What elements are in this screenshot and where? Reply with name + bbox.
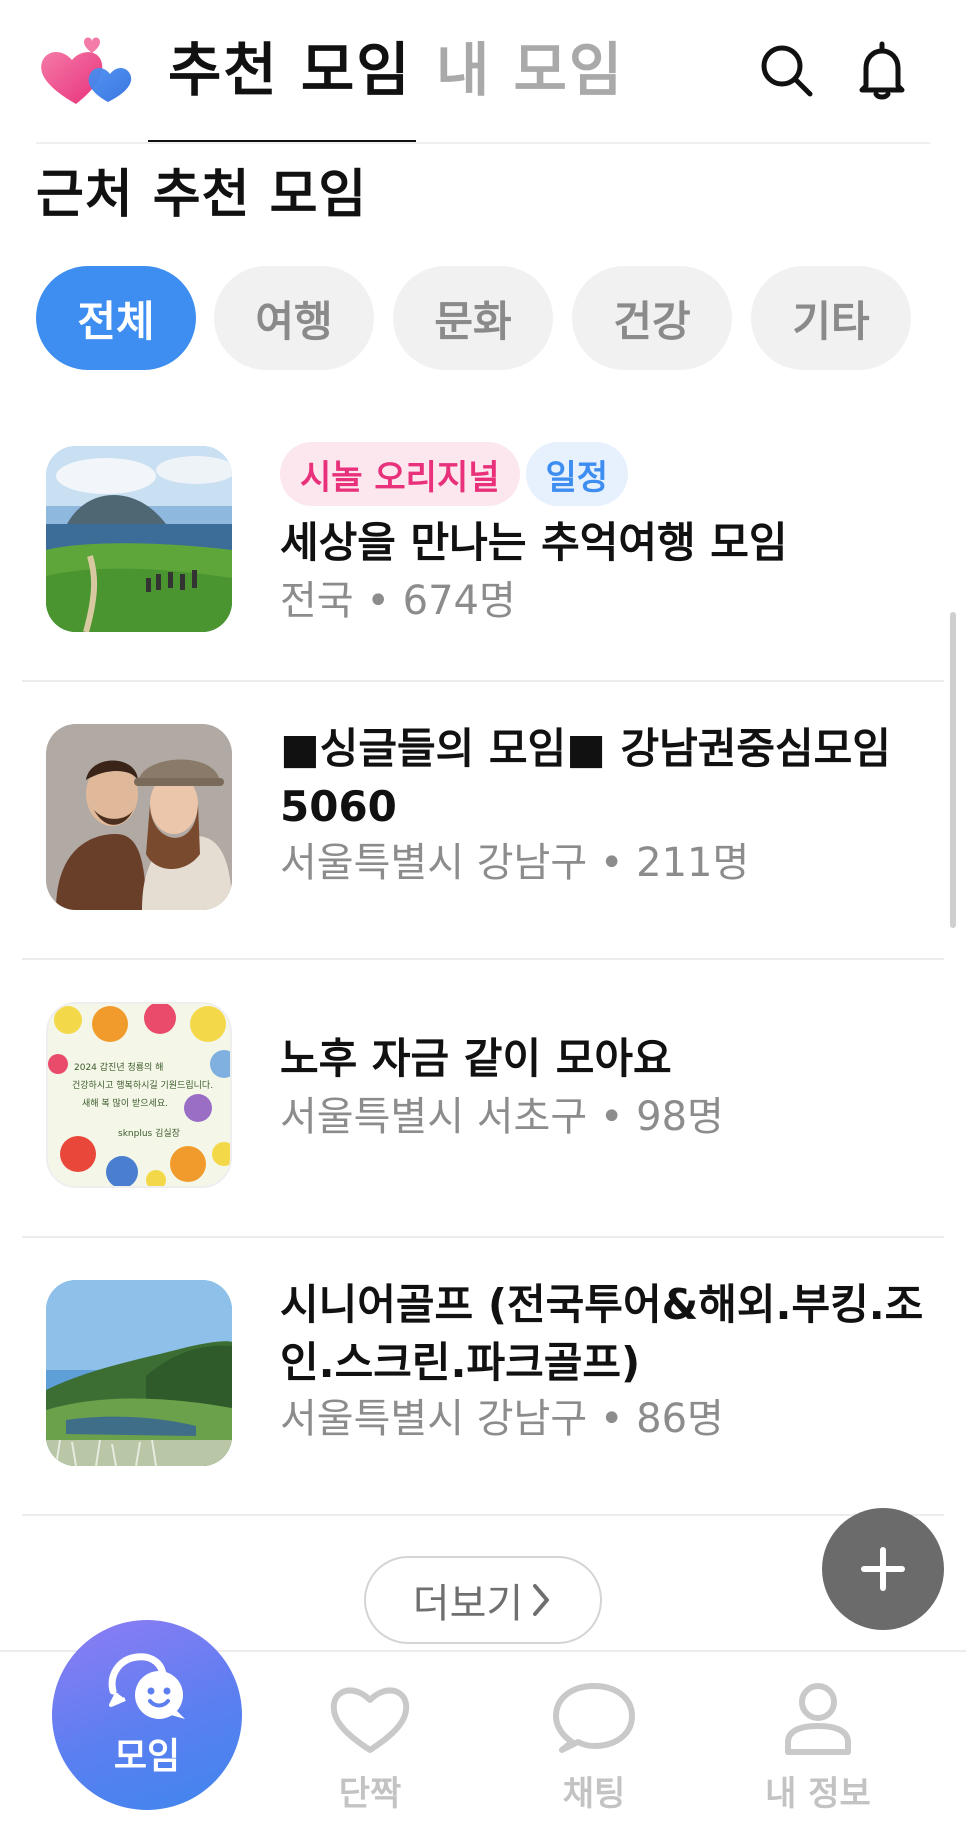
nav-label: 단짝: [338, 1774, 402, 1814]
group-list-item[interactable]: ■싱글들의 모임■ 강남권중심모임 5060 서울특별시 강남구 • 211명: [22, 682, 944, 960]
more-button-label: 더보기: [412, 1581, 524, 1627]
group-title: ■싱글들의 모임■ 강남권중심모임 5060: [280, 724, 891, 831]
heart-icon: [330, 1687, 410, 1753]
thumb-caption-line: 새해 복 많이 받으세요.: [82, 1098, 168, 1109]
header-divider: [36, 142, 930, 144]
schedule-badge: 일정: [525, 442, 629, 506]
original-badge: 시놀 오리지널: [280, 442, 520, 506]
category-chip-culture[interactable]: 문화: [393, 266, 553, 370]
scrollbar[interactable]: [950, 612, 956, 928]
tab-my-groups[interactable]: 내 모임: [436, 30, 624, 110]
app-logo-icon: [38, 36, 148, 108]
group-title: 노후 자금 같이 모아요: [280, 1034, 672, 1083]
group-thumbnail: [46, 1280, 232, 1466]
category-chip-travel[interactable]: 여행: [214, 266, 374, 370]
plus-icon: [861, 1547, 905, 1591]
create-group-button[interactable]: [822, 1508, 944, 1630]
group-meta: 서울특별시 강남구 • 86명: [280, 1396, 724, 1442]
category-chip-etc[interactable]: 기타: [751, 266, 911, 370]
tab-recommended[interactable]: 추천 모임: [168, 30, 412, 110]
group-title: 시니어골프 (전국투어&해외.부킹.조인.스크린.파크골프): [280, 1280, 924, 1387]
person-icon: [785, 1683, 851, 1755]
group-list-item[interactable]: 시놀 오리지널 일정 세상을 만나는 추억여행 모임 전국 • 674명: [22, 404, 944, 682]
nav-label: 채팅: [562, 1774, 626, 1814]
group-thumbnail: [46, 446, 232, 632]
group-meta: 서울특별시 강남구 • 211명: [280, 840, 750, 886]
search-icon[interactable]: [756, 40, 816, 100]
group-list-item[interactable]: 시니어골프 (전국투어&해외.부킹.조인.스크린.파크골프) 서울특별시 강남구…: [22, 1238, 944, 1516]
category-chip-health[interactable]: 건강: [572, 266, 732, 370]
chevron-right-icon: [533, 1584, 550, 1616]
chat-smile-icon: [108, 1653, 185, 1719]
nav-label: 내 정보: [765, 1774, 871, 1814]
group-info: 시니어골프 (전국투어&해외.부킹.조인.스크린.파크골프) 서울특별시 강남구…: [280, 1276, 936, 1446]
group-title: 세상을 만나는 추억여행 모임: [280, 518, 788, 567]
group-meta: 전국 • 674명: [280, 578, 516, 624]
thumb-caption-line: 건강하시고 행복하시길 기원드립니다.: [72, 1079, 213, 1091]
nav-label: 모임: [113, 1736, 181, 1777]
group-thumbnail: 2024 갑진년 청룡의 해 건강하시고 행복하시길 기원드립니다. 새해 복 …: [46, 1002, 232, 1188]
thumb-caption-line: 2024 갑진년 청룡의 해: [74, 1061, 163, 1073]
group-list-item[interactable]: 2024 갑진년 청룡의 해 건강하시고 행복하시길 기원드립니다. 새해 복 …: [22, 960, 944, 1238]
group-info: 시놀 오리지널 일정 세상을 만나는 추억여행 모임 전국 • 674명: [280, 442, 936, 628]
group-thumbnail: [46, 724, 232, 910]
thumb-caption-line: sknplus 김실장: [118, 1127, 180, 1139]
group-info: ■싱글들의 모임■ 강남권중심모임 5060 서울특별시 강남구 • 211명: [280, 720, 936, 890]
group-info: 노후 자금 같이 모아요 서울특별시 서초구 • 98명: [280, 1028, 936, 1144]
chat-bubble-icon: [553, 1683, 635, 1753]
nav-item-my-info[interactable]: 내 정보: [728, 1680, 908, 1830]
category-chip-all[interactable]: 전체: [36, 266, 196, 370]
nav-item-groups[interactable]: 모임: [52, 1620, 242, 1810]
nav-item-chat[interactable]: 채팅: [504, 1680, 684, 1830]
app-header: 추천 모임 내 모임: [0, 0, 966, 144]
nav-item-partner[interactable]: 단짝: [280, 1680, 460, 1830]
section-title: 근처 추천 모임: [36, 165, 368, 225]
group-meta: 서울특별시 서초구 • 98명: [280, 1094, 724, 1140]
bell-icon[interactable]: [852, 40, 912, 100]
more-button[interactable]: 더보기: [364, 1556, 602, 1644]
